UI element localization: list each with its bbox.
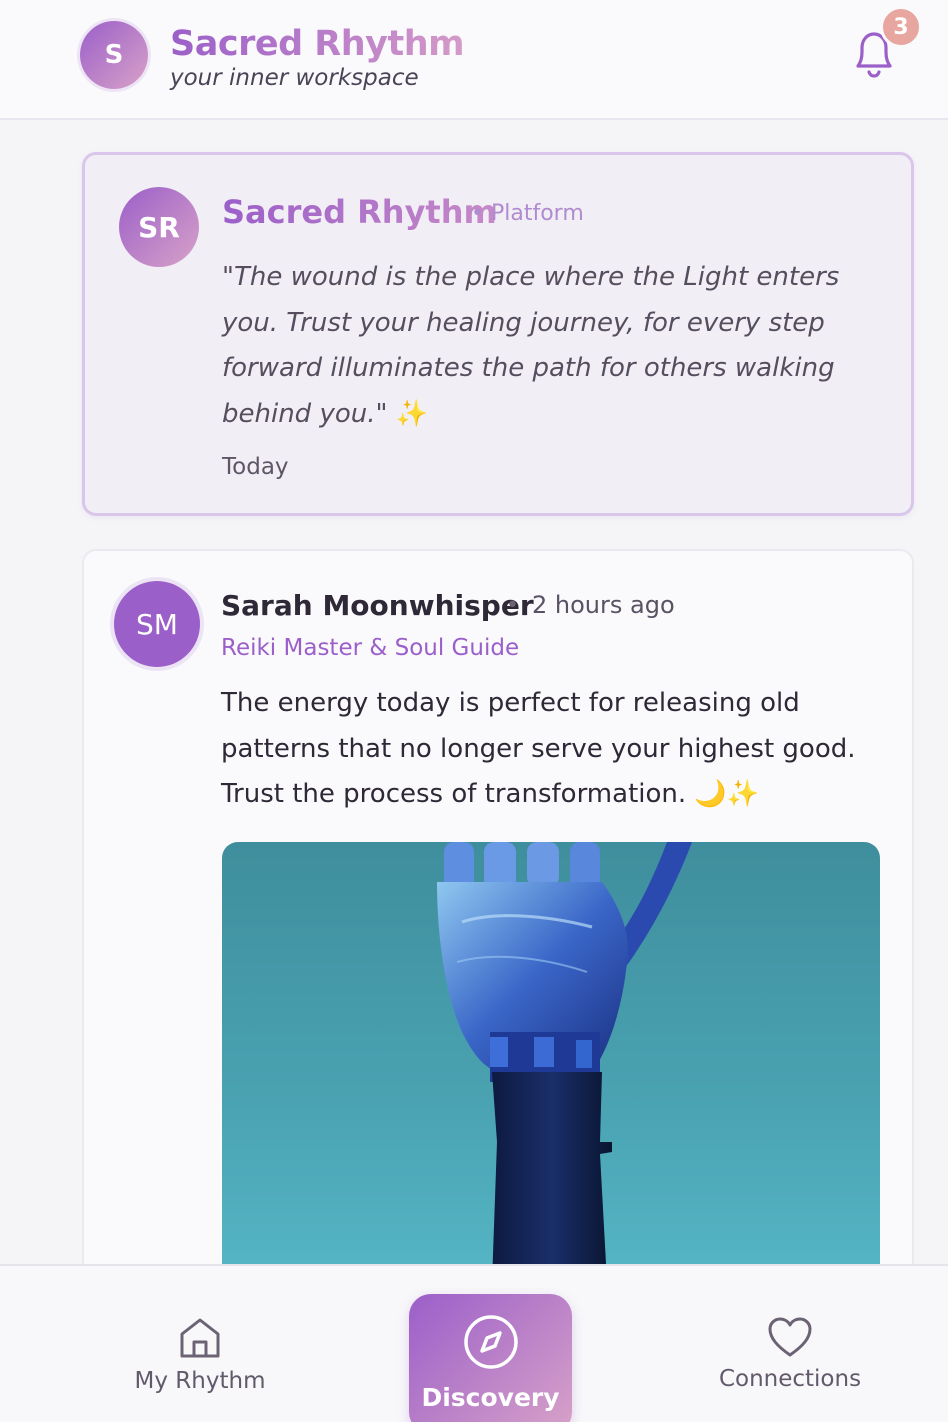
nav-discovery-label: Discovery — [421, 1383, 560, 1412]
bottom-nav: My Rhythm Discovery Connections — [0, 1264, 948, 1422]
author-name[interactable]: Sarah Moonwhisper — [221, 589, 534, 622]
app-subtitle: your inner workspace — [170, 65, 419, 91]
platform-author-name[interactable]: Sacred Rhythm — [222, 193, 497, 231]
nav-connections[interactable]: Connections — [690, 1266, 890, 1422]
user-post-card[interactable]: SM Sarah Moonwhisper • 2 hours ago Reiki… — [82, 549, 914, 1309]
robotic-hand-illustration — [437, 842, 692, 1282]
post-image[interactable] — [222, 842, 880, 1282]
platform-avatar[interactable]: SR — [119, 187, 199, 267]
nav-discovery[interactable]: Discovery — [409, 1294, 572, 1422]
nav-connections-label: Connections — [718, 1366, 862, 1392]
app-header: S Sacred Rhythm your inner workspace 3 — [0, 0, 948, 120]
nav-my-rhythm-label: My Rhythm — [134, 1368, 266, 1394]
post-time: 2 hours ago — [532, 591, 675, 619]
compass-icon — [463, 1315, 518, 1369]
notification-badge[interactable]: 3 — [880, 6, 922, 48]
platform-quote: "The wound is the place where the Light … — [222, 255, 862, 437]
meta-separator: • — [506, 593, 519, 618]
platform-role-label: • Platform — [471, 201, 584, 226]
platform-post-card[interactable]: SR Sacred Rhythm • Platform "The wound i… — [82, 152, 914, 516]
post-text: The energy today is perfect for releasin… — [221, 688, 856, 809]
author-avatar[interactable]: SM — [114, 581, 200, 667]
app-title: Sacred Rhythm — [170, 24, 465, 64]
user-avatar[interactable]: S — [80, 21, 148, 89]
sparkle-emoji: ✨ — [395, 398, 429, 429]
author-role: Reiki Master & Soul Guide — [221, 635, 520, 661]
platform-post-time: Today — [222, 454, 289, 480]
post-body: The energy today is perfect for releasin… — [221, 681, 881, 818]
nav-my-rhythm[interactable]: My Rhythm — [100, 1266, 300, 1422]
heart-icon — [768, 1317, 812, 1357]
home-icon — [180, 1318, 220, 1358]
platform-quote-text: "The wound is the place where the Light … — [222, 262, 840, 429]
moon-sparkle-emoji: 🌙✨ — [694, 779, 760, 809]
